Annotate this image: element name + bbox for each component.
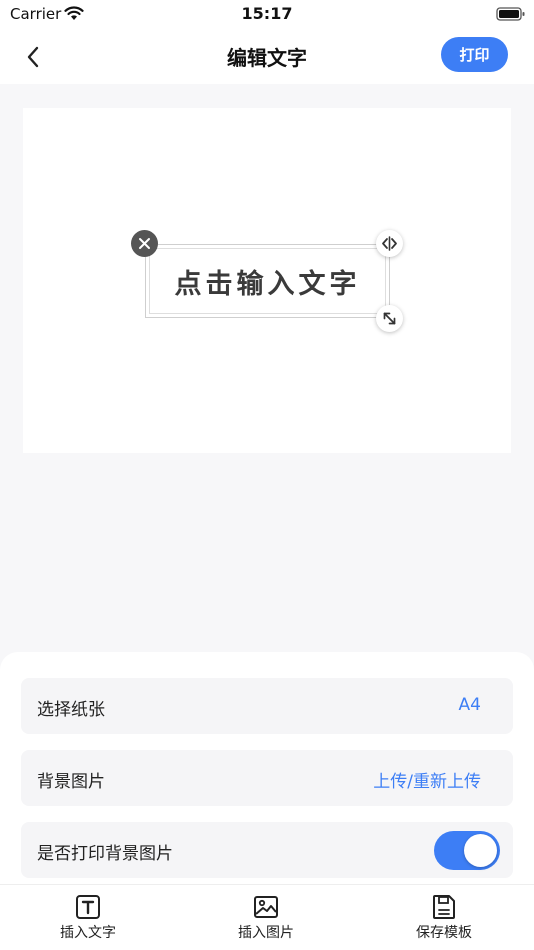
clock: 15:17 (241, 4, 293, 23)
text-element-content[interactable]: 点击输入文字 (175, 262, 361, 301)
upload-background-link[interactable]: 上传/重新上传 (373, 767, 481, 792)
toggle-knob (464, 834, 497, 867)
resize-handle[interactable] (376, 305, 403, 332)
navigation-bar: 编辑文字 打印 (0, 30, 534, 84)
print-background-toggle[interactable] (434, 831, 500, 870)
status-bar: Carrier 15:17 (0, 0, 534, 30)
bottom-toolbar: 插入文字 插入图片 保存模板 (0, 884, 534, 950)
insert-text-button[interactable]: 插入文字 (28, 893, 148, 942)
paper-size-value[interactable]: A4 (459, 695, 481, 715)
image-icon (254, 896, 278, 918)
save-template-label: 保存模板 (416, 925, 472, 941)
stretch-handle[interactable] (376, 230, 403, 257)
resize-diagonal-icon (383, 312, 396, 325)
text-icon (76, 895, 100, 919)
text-element[interactable]: 点击输入文字 (145, 244, 390, 318)
horizontal-stretch-icon (382, 236, 397, 251)
battery-icon (496, 6, 526, 26)
insert-image-label: 插入图片 (238, 925, 294, 941)
save-template-button[interactable]: 保存模板 (384, 893, 504, 942)
print-background-label: 是否打印背景图片 (37, 844, 173, 864)
paper-size-label: 选择纸张 (37, 700, 105, 720)
insert-text-label: 插入文字 (60, 925, 116, 941)
paper-size-row[interactable]: 选择纸张 A4 (21, 678, 513, 734)
text-element-frame: 点击输入文字 (149, 248, 386, 314)
save-icon (433, 895, 455, 919)
print-button[interactable]: 打印 (441, 37, 508, 72)
background-image-row[interactable]: 背景图片 上传/重新上传 (21, 750, 513, 806)
close-icon (139, 238, 150, 249)
insert-image-button[interactable]: 插入图片 (206, 893, 326, 942)
background-image-label: 背景图片 (37, 772, 105, 792)
delete-handle[interactable] (131, 230, 158, 257)
